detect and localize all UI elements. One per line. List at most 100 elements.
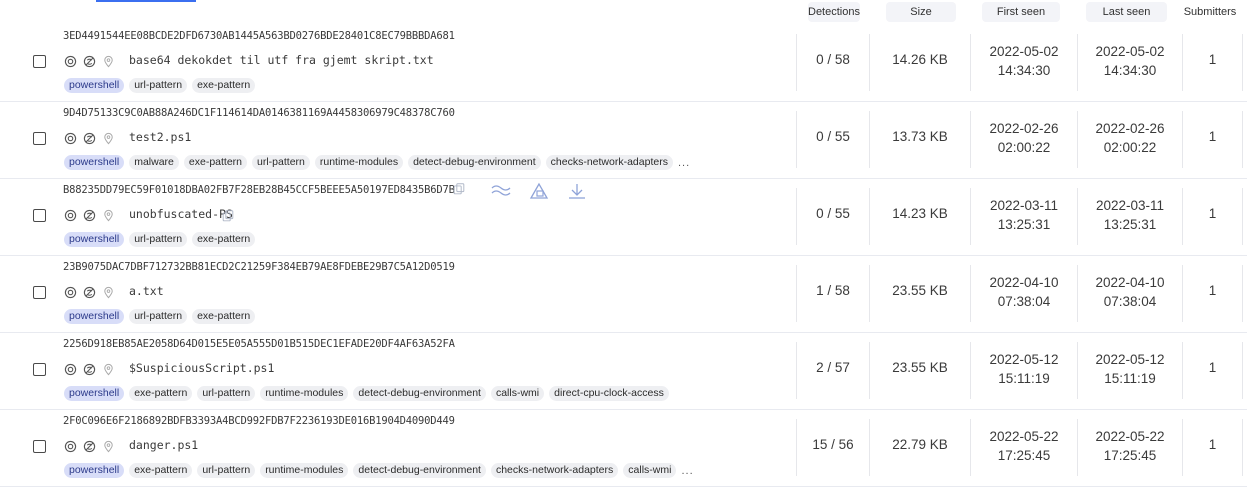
tag-exe-pattern[interactable]: exe-pattern <box>129 463 193 478</box>
tag-checks-network-adapters[interactable]: checks-network-adapters <box>545 155 673 170</box>
copy-filename-icon[interactable] <box>221 209 235 228</box>
tag-list: powershell exe-pattern url-pattern runtime-… <box>64 463 694 478</box>
table-row[interactable]: 23B9075DAC7DBF712732BB81ECD2C21259F384EB… <box>0 255 1247 333</box>
tag-powershell[interactable]: powershell <box>64 386 125 401</box>
row-hover-actions <box>452 182 588 200</box>
tag-detect-debug-environment[interactable]: detect-debug-environment <box>408 155 541 170</box>
file-hash-link[interactable]: 2256D918EB85AE2058D64D015E5E05A555D01B51… <box>63 338 455 350</box>
copy-icon[interactable] <box>452 182 474 200</box>
column-divider <box>1242 265 1243 322</box>
last-seen-time: 13:25:31 <box>1103 217 1157 232</box>
last-seen-time: 02:00:22 <box>1103 140 1157 155</box>
file-size: 14.26 KB <box>892 52 948 67</box>
tag-url-pattern[interactable]: url-pattern <box>129 78 188 93</box>
tag-url-pattern[interactable]: url-pattern <box>129 232 188 247</box>
submitters-count: 1 <box>1208 283 1217 298</box>
tag-exe-pattern[interactable]: exe-pattern <box>192 232 256 247</box>
row-select-checkbox[interactable] <box>33 209 46 222</box>
row-select-checkbox[interactable] <box>33 363 46 376</box>
file-size: 22.79 KB <box>892 437 948 452</box>
tag-powershell[interactable]: powershell <box>64 155 125 170</box>
tag-exe-pattern[interactable]: exe-pattern <box>192 309 256 324</box>
first-seen-date: 2022-02-26 <box>989 121 1059 136</box>
column-submitters[interactable]: Submitters <box>1180 2 1240 22</box>
first-seen-time: 15:11:19 <box>998 371 1050 386</box>
detections-ratio: 1 / 58 <box>816 283 850 298</box>
row-select-checkbox[interactable] <box>33 286 46 299</box>
column-detections[interactable]: Detections <box>808 2 860 22</box>
tag-list: powershell url-pattern exe-pattern <box>64 78 256 93</box>
location-pin-icon <box>102 209 115 222</box>
tag-calls-wmi[interactable]: calls-wmi <box>490 386 545 401</box>
column-divider <box>1242 34 1243 91</box>
file-type-icon <box>64 55 77 68</box>
file-hash-link[interactable]: 3ED4491544EE08BCDE2DFD6730AB1445A563BD02… <box>63 30 455 42</box>
last-seen-date: 2022-05-02 <box>1095 44 1165 59</box>
similar-icon[interactable] <box>490 182 512 200</box>
tag-runtime-modules[interactable]: runtime-modules <box>314 155 404 170</box>
tag-url-pattern[interactable]: url-pattern <box>252 155 310 170</box>
table-row[interactable]: 2256D918EB85AE2058D64D015E5E05A555D01B51… <box>0 332 1247 410</box>
detections-ratio: 0 / 55 <box>816 129 850 144</box>
file-status-icons <box>64 208 115 222</box>
submitters-count: 1 <box>1208 206 1217 221</box>
last-seen-date: 2022-02-26 <box>1095 121 1165 136</box>
tag-exe-pattern[interactable]: exe-pattern <box>129 386 193 401</box>
row-select-checkbox[interactable] <box>33 55 46 68</box>
graph-icon[interactable] <box>528 182 550 200</box>
file-status-icons <box>64 54 115 68</box>
tag-url-pattern[interactable]: url-pattern <box>197 386 256 401</box>
more-tags-ellipsis[interactable]: ... <box>681 465 693 477</box>
table-row[interactable]: 9D4D75133C9C0AB88A246DC1F114614DA0146381… <box>0 101 1247 179</box>
tag-detect-debug-environment[interactable]: detect-debug-environment <box>353 463 486 478</box>
file-name: danger.ps1 <box>129 438 199 452</box>
first-seen-date: 2022-04-10 <box>989 275 1059 290</box>
tag-detect-debug-environment[interactable]: detect-debug-environment <box>353 386 486 401</box>
table-row[interactable]: 2F0C096E6F2186892BDFB3393A4BCD992FDB7F22… <box>0 409 1247 487</box>
column-first-seen[interactable]: First seen <box>982 2 1060 22</box>
file-size: 13.73 KB <box>892 129 948 144</box>
tag-checks-network-adapters[interactable]: checks-network-adapters <box>490 463 619 478</box>
file-status-icons <box>64 131 115 145</box>
file-hash-link[interactable]: 23B9075DAC7DBF712732BB81ECD2C21259F384EB… <box>63 261 455 273</box>
tag-url-pattern[interactable]: url-pattern <box>197 463 256 478</box>
tag-list: powershell malware exe-pattern url-pattern r… <box>64 155 690 170</box>
tag-exe-pattern[interactable]: exe-pattern <box>192 78 256 93</box>
file-size: 23.55 KB <box>892 360 948 375</box>
last-seen-time: 07:38:04 <box>1103 294 1157 309</box>
file-name: unobfuscated-PS <box>129 207 233 221</box>
tag-url-pattern[interactable]: url-pattern <box>129 309 188 324</box>
download-icon[interactable] <box>566 182 588 200</box>
first-seen-date: 2022-03-11 <box>989 198 1059 213</box>
table-row[interactable]: 3ED4491544EE08BCDE2DFD6730AB1445A563BD02… <box>0 24 1247 102</box>
no-sandbox-icon <box>83 55 96 68</box>
submitters-count: 1 <box>1208 360 1217 375</box>
tag-powershell[interactable]: powershell <box>64 463 125 478</box>
column-last-seen[interactable]: Last seen <box>1086 2 1167 22</box>
tag-powershell[interactable]: powershell <box>64 232 125 247</box>
file-hash-link[interactable]: 2F0C096E6F2186892BDFB3393A4BCD992FDB7F22… <box>63 415 455 427</box>
tag-direct-cpu-clock-access[interactable]: direct-cpu-clock-access <box>549 386 669 401</box>
last-seen-date: 2022-04-10 <box>1095 275 1165 290</box>
file-size: 14.23 KB <box>892 206 948 221</box>
tag-malware[interactable]: malware <box>129 155 179 170</box>
tag-powershell[interactable]: powershell <box>64 78 125 93</box>
file-status-icons <box>64 439 115 453</box>
row-select-checkbox[interactable] <box>33 132 46 145</box>
table-row[interactable]: B88235DD79EC59F01018DBA02FB7F28EB28B45CC… <box>0 178 1247 256</box>
tag-runtime-modules[interactable]: runtime-modules <box>260 386 349 401</box>
file-name: $SuspiciousScript.ps1 <box>129 361 275 375</box>
tag-exe-pattern[interactable]: exe-pattern <box>183 155 248 170</box>
column-size[interactable]: Size <box>886 2 956 22</box>
file-hash-link[interactable]: 9D4D75133C9C0AB88A246DC1F114614DA0146381… <box>63 107 455 119</box>
row-select-checkbox[interactable] <box>33 440 46 453</box>
more-tags-ellipsis[interactable]: ... <box>678 157 690 169</box>
file-size: 23.55 KB <box>892 283 948 298</box>
file-hash-link[interactable]: B88235DD79EC59F01018DBA02FB7F28EB28B45CC… <box>63 184 455 196</box>
tag-calls-wmi[interactable]: calls-wmi <box>623 463 677 478</box>
detections-ratio: 15 / 56 <box>812 437 854 452</box>
tag-runtime-modules[interactable]: runtime-modules <box>260 463 349 478</box>
tag-list: powershell exe-pattern url-pattern runtime-… <box>64 386 669 401</box>
tag-powershell[interactable]: powershell <box>64 309 125 324</box>
no-sandbox-icon <box>83 363 96 376</box>
